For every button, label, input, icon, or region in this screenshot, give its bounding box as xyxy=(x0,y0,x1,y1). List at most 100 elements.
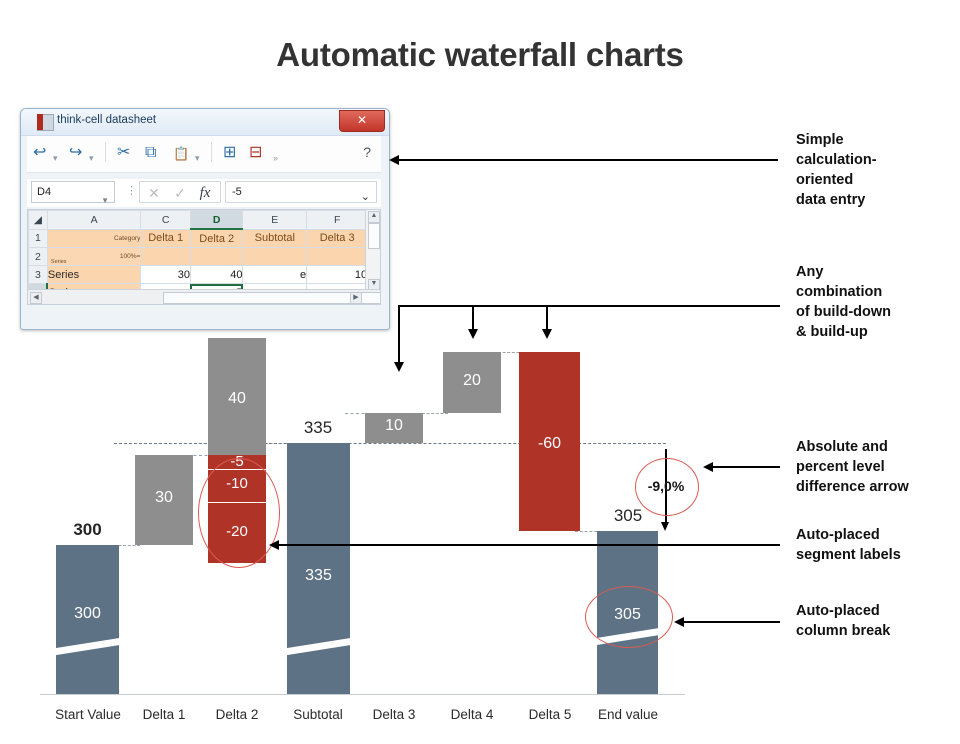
bar-delta-1[interactable]: 30 xyxy=(135,455,193,545)
callout-arrowhead-delta4 xyxy=(468,329,478,339)
highlight-ellipse-column-break xyxy=(585,586,673,648)
column-header-c[interactable]: C xyxy=(140,210,191,230)
bar-delta-2-segment-40[interactable]: 40 xyxy=(208,338,266,455)
annotation-difference-arrow-line-3: difference arrow xyxy=(796,479,909,495)
scroll-left-icon[interactable]: ◀ xyxy=(30,292,42,304)
formula-bar[interactable]: D4 ▼ ⋮ ✕ ✓ fx -5 ⌄ xyxy=(27,179,381,207)
undo-dropdown-icon[interactable]: ▾ xyxy=(53,149,58,167)
table-row[interactable]: 2 100%= Series xyxy=(28,247,380,266)
bar-delta-5[interactable]: -60 xyxy=(519,352,580,531)
table-row[interactable]: 1 Category Delta 1 Delta 2 Subtotal Delt… xyxy=(28,228,380,248)
cut-icon[interactable]: ✂ xyxy=(117,144,130,162)
annotation-segment-labels-line-2: segment labels xyxy=(796,547,901,563)
cell-a2[interactable]: 100%= Series xyxy=(46,247,142,266)
redo-dropdown-icon[interactable]: ▾ xyxy=(89,149,94,167)
help-icon[interactable]: ? xyxy=(363,144,371,160)
bar-label-subtotal: 335 xyxy=(305,567,332,584)
bar-label-delta-4: 20 xyxy=(463,372,481,389)
confirm-entry-icon[interactable]: ✓ xyxy=(167,184,193,202)
difference-arrow-head xyxy=(661,522,669,531)
cell-c3[interactable]: 30 xyxy=(140,265,191,284)
callout-line-build-combination xyxy=(398,305,780,307)
cell-a2-series: Series xyxy=(50,259,67,265)
datasheet-titlebar[interactable]: think-cell datasheet ✕ xyxy=(21,109,389,136)
formula-bar-dots-icon: ⋮ xyxy=(126,185,137,197)
row-header-3[interactable]: 3 xyxy=(28,265,48,284)
cell-e1[interactable]: Subtotal xyxy=(242,228,308,248)
cell-d3[interactable]: 40 xyxy=(189,265,244,284)
toolbar-divider xyxy=(105,142,106,162)
column-header-d[interactable]: D xyxy=(189,210,244,230)
horizontal-scrollbar[interactable]: ◀ ▶ xyxy=(28,289,380,304)
chevron-down-icon[interactable]: ▼ xyxy=(101,190,109,211)
chart-baseline-axis xyxy=(40,694,685,695)
annotation-build-combination-line-2: combination xyxy=(796,284,883,300)
paste-icon[interactable]: 📋 xyxy=(173,145,189,163)
column-header-e[interactable]: E xyxy=(242,210,308,230)
grid-corner-icon[interactable]: ◢ xyxy=(28,210,48,230)
bar-label-delta-3: 10 xyxy=(385,417,403,434)
bar-subtotal[interactable]: 335 xyxy=(284,443,354,694)
annotation-data-entry-line-4: data entry xyxy=(796,192,866,208)
callout-arrowhead-delta5 xyxy=(542,329,552,339)
scroll-up-icon[interactable]: ▲ xyxy=(368,211,380,223)
cell-d1[interactable]: Delta 2 xyxy=(189,228,244,248)
datasheet-title-text: think-cell datasheet xyxy=(57,114,157,126)
column-header-f[interactable]: F xyxy=(306,210,369,230)
page-title: Automatic waterfall charts xyxy=(276,36,684,73)
annotation-segment-labels-line-1: Auto-placed xyxy=(796,527,880,543)
delete-row-icon[interactable]: ⊟ xyxy=(249,144,262,162)
row-header-1[interactable]: 1 xyxy=(28,228,48,248)
callout-arrowhead-column-break xyxy=(674,617,684,627)
bar-start-value[interactable]: 300 xyxy=(53,545,123,694)
slide-canvas: Automatic waterfall charts think-cell da… xyxy=(0,0,960,744)
redo-icon[interactable]: ↪ xyxy=(69,144,82,162)
insert-function-icon[interactable]: fx xyxy=(192,184,218,202)
vertical-scrollbar[interactable]: ▲ ▼ xyxy=(365,210,380,292)
annotation-build-combination-line-4: & build-up xyxy=(796,324,868,340)
formula-input[interactable]: -5 ⌄ xyxy=(225,181,377,203)
cell-a1[interactable]: Category xyxy=(46,228,142,248)
copy-icon[interactable]: ⧉ xyxy=(145,144,156,162)
scroll-right-icon[interactable]: ▶ xyxy=(350,292,362,304)
bar-delta-4[interactable]: 20 xyxy=(443,352,501,413)
cell-c2[interactable] xyxy=(140,247,191,266)
name-box[interactable]: D4 ▼ xyxy=(31,181,115,205)
annotation-difference-arrow: Absolute and percent level difference ar… xyxy=(796,437,956,497)
cell-a3[interactable]: Series xyxy=(46,265,142,284)
column-header-a[interactable]: A xyxy=(46,210,142,230)
cell-f3[interactable]: 10 xyxy=(306,265,369,284)
table-row[interactable]: 3 Series 30 40 e 10 xyxy=(28,265,380,284)
row-header-2[interactable]: 2 xyxy=(28,247,48,266)
callout-line-data-entry xyxy=(398,159,778,161)
horizontal-scroll-thumb[interactable] xyxy=(163,292,380,304)
annotation-difference-arrow-line-1: Absolute and xyxy=(796,439,888,455)
cell-f2[interactable] xyxy=(306,247,369,266)
bar-delta-3[interactable]: 10 xyxy=(365,413,423,443)
cell-e3[interactable]: e xyxy=(242,265,308,284)
formula-expand-icon[interactable]: ⌄ xyxy=(361,187,370,208)
cell-e2[interactable] xyxy=(242,247,308,266)
datasheet-window[interactable]: think-cell datasheet ✕ ↩ ▾ ↪ ▾ ✂ ⧉ 📋 ▾ ⊞… xyxy=(20,108,390,330)
paste-dropdown-icon[interactable]: ▾ xyxy=(195,149,200,167)
cell-d2[interactable] xyxy=(189,247,244,266)
undo-icon[interactable]: ↩ xyxy=(33,144,46,162)
waterfall-chart: 300 300 30 40 -5 -10 -20 335 335 10 20 -… xyxy=(0,330,760,744)
overflow-icon[interactable]: » xyxy=(273,149,278,167)
insert-row-icon[interactable]: ⊞ xyxy=(223,144,236,162)
column-break-start-value xyxy=(53,637,123,656)
formula-buttons[interactable]: ✕ ✓ fx xyxy=(139,181,221,203)
cell-a2-percent: 100%= xyxy=(119,253,141,260)
annotation-column-break: Auto-placed column break xyxy=(796,601,956,641)
cell-f1[interactable]: Delta 3 xyxy=(306,228,369,248)
datasheet-grid[interactable]: ◢ A C D E F 1 Category Delta 1 Delta 2 S… xyxy=(27,209,381,305)
bar-label-delta-2-40: 40 xyxy=(228,390,246,407)
toolbar-divider-2 xyxy=(211,142,212,162)
connector-delta3-delta4 xyxy=(422,413,448,414)
datasheet-toolbar[interactable]: ↩ ▾ ↪ ▾ ✂ ⧉ 📋 ▾ ⊞ ⊟ » ? xyxy=(27,136,381,173)
cancel-entry-icon[interactable]: ✕ xyxy=(141,184,167,202)
vertical-scroll-thumb[interactable] xyxy=(368,223,380,249)
close-icon[interactable]: ✕ xyxy=(339,110,385,132)
annotation-column-break-line-1: Auto-placed xyxy=(796,603,880,619)
cell-c1[interactable]: Delta 1 xyxy=(140,228,191,248)
